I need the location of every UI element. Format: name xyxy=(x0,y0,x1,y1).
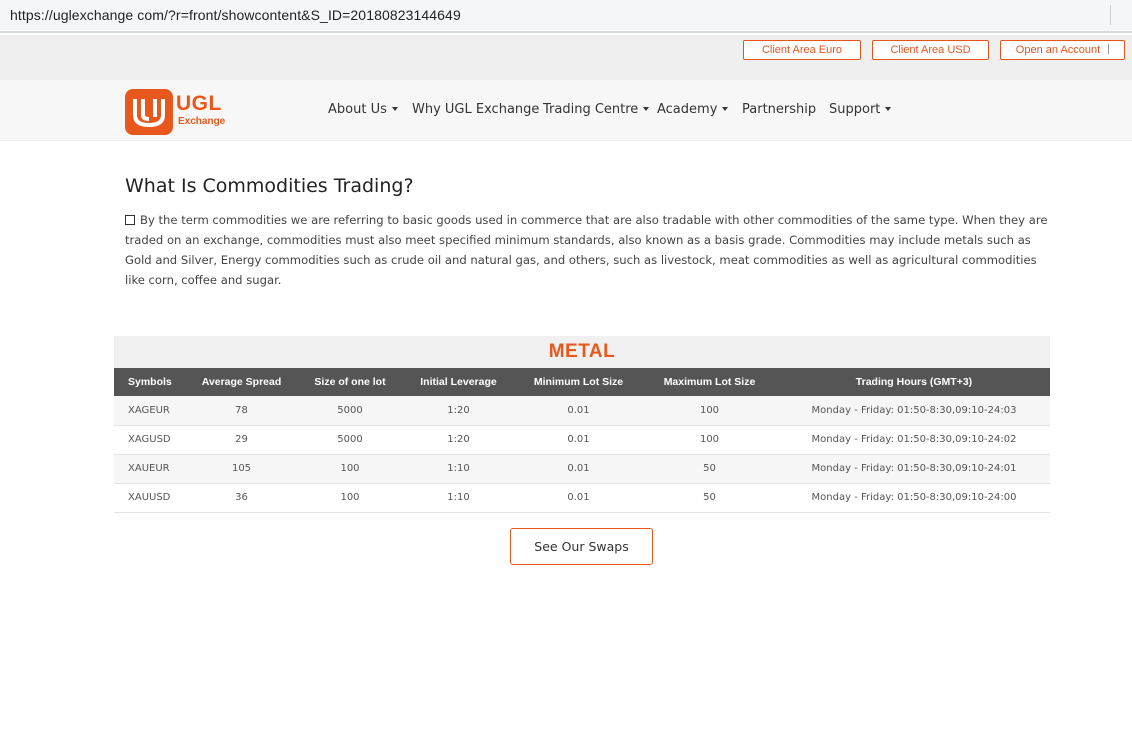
cell-leverage: 1:20 xyxy=(401,396,516,426)
nav-about-label: About Us xyxy=(328,102,387,117)
metal-title: METAL xyxy=(548,341,616,362)
header-trading-hours: Trading Hours (GMT+3) xyxy=(778,368,1050,396)
cell-min-lot: 0.01 xyxy=(516,483,641,513)
caret-down-icon xyxy=(722,107,729,111)
table-header-row: Symbols Average Spread Size of one lot I… xyxy=(114,368,1050,396)
url-text[interactable]: https://uglexchange com/?r=front/showcon… xyxy=(10,7,461,23)
cell-spread: 78 xyxy=(184,396,299,426)
text-cursor-icon xyxy=(1108,44,1110,54)
cell-symbol: XAGEUR xyxy=(114,396,184,426)
see-our-swaps-button[interactable]: See Our Swaps xyxy=(510,528,653,565)
header-average-spread: Average Spread xyxy=(184,368,299,396)
browser-address-bar[interactable]: https://uglexchange com/?r=front/showcon… xyxy=(0,0,1132,33)
nav-why-ugl[interactable]: Why UGL Exchange xyxy=(412,102,539,117)
nav-trading-centre[interactable]: Trading Centre xyxy=(543,102,650,117)
cell-lot-size: 100 xyxy=(299,454,401,484)
cell-hours: Monday - Friday: 01:50-8:30,09:10-24:03 xyxy=(778,396,1050,426)
open-account-button[interactable]: Open an Account xyxy=(1000,40,1125,60)
cell-max-lot: 50 xyxy=(641,483,778,513)
metal-table: Symbols Average Spread Size of one lot I… xyxy=(114,368,1050,513)
client-area-usd-button[interactable]: Client Area USD xyxy=(872,40,989,60)
main-navbar: UGL Exchange About Us Why UGL Exchange T… xyxy=(0,80,1132,141)
open-account-label: Open an Account xyxy=(1015,44,1101,56)
client-area-euro-button[interactable]: Client Area Euro xyxy=(743,40,861,60)
cell-lot-size: 5000 xyxy=(299,396,401,426)
cell-lot-size: 100 xyxy=(299,483,401,513)
metal-section-header: METAL xyxy=(114,336,1050,368)
logo-subtitle: Exchange xyxy=(178,116,226,127)
header-lot-size: Size of one lot xyxy=(299,368,401,396)
nav-trading-label: Trading Centre xyxy=(543,102,639,117)
table-row: XAUEUR 105 100 1:10 0.01 50 Monday - Fri… xyxy=(114,454,1050,484)
nav-partnership[interactable]: Partnership xyxy=(742,102,816,117)
caret-down-icon xyxy=(643,107,650,111)
cell-leverage: 1:20 xyxy=(401,425,516,455)
nav-support[interactable]: Support xyxy=(829,102,892,117)
nav-academy[interactable]: Academy xyxy=(657,102,729,117)
intro-paragraph: By the term commodities we are referring… xyxy=(125,210,1055,290)
cell-leverage: 1:10 xyxy=(401,454,516,484)
cell-hours: Monday - Friday: 01:50-8:30,09:10-24:02 xyxy=(778,425,1050,455)
table-row: XAGEUR 78 5000 1:20 0.01 100 Monday - Fr… xyxy=(114,396,1050,426)
nav-academy-label: Academy xyxy=(657,102,718,117)
cell-max-lot: 100 xyxy=(641,396,778,426)
cell-symbol: XAUUSD xyxy=(114,483,184,513)
cell-symbol: XAUEUR xyxy=(114,454,184,484)
checkbox-icon xyxy=(125,215,135,225)
caret-down-icon xyxy=(885,107,892,111)
cell-lot-size: 5000 xyxy=(299,425,401,455)
page-title: What Is Commodities Trading? xyxy=(125,175,414,197)
table-row: XAUUSD 36 100 1:10 0.01 50 Monday - Frid… xyxy=(114,483,1050,513)
address-bar-edge xyxy=(1110,5,1124,25)
cell-symbol: XAGUSD xyxy=(114,425,184,455)
cell-max-lot: 100 xyxy=(641,425,778,455)
cell-leverage: 1:10 xyxy=(401,483,516,513)
nav-about-us[interactable]: About Us xyxy=(328,102,398,117)
cell-spread: 105 xyxy=(184,454,299,484)
header-maximum-lot: Maximum Lot Size xyxy=(641,368,778,396)
cell-spread: 36 xyxy=(184,483,299,513)
cell-hours: Monday - Friday: 01:50-8:30,09:10-24:01 xyxy=(778,454,1050,484)
intro-text: By the term commodities we are referring… xyxy=(125,213,1048,287)
cell-spread: 29 xyxy=(184,425,299,455)
cell-min-lot: 0.01 xyxy=(516,454,641,484)
header-symbols: Symbols xyxy=(114,368,184,396)
cell-max-lot: 50 xyxy=(641,454,778,484)
top-strip: Client Area Euro Client Area USD Open an… xyxy=(0,35,1132,80)
table-row: XAGUSD 29 5000 1:20 0.01 100 Monday - Fr… xyxy=(114,425,1050,455)
logo-name[interactable]: UGL xyxy=(176,92,222,116)
caret-down-icon xyxy=(391,107,398,111)
cell-min-lot: 0.01 xyxy=(516,425,641,455)
header-minimum-lot: Minimum Lot Size xyxy=(516,368,641,396)
ugl-logo-icon[interactable] xyxy=(125,89,173,135)
header-initial-leverage: Initial Leverage xyxy=(401,368,516,396)
cell-min-lot: 0.01 xyxy=(516,396,641,426)
nav-support-label: Support xyxy=(829,102,881,117)
cell-hours: Monday - Friday: 01:50-8:30,09:10-24:00 xyxy=(778,483,1050,513)
